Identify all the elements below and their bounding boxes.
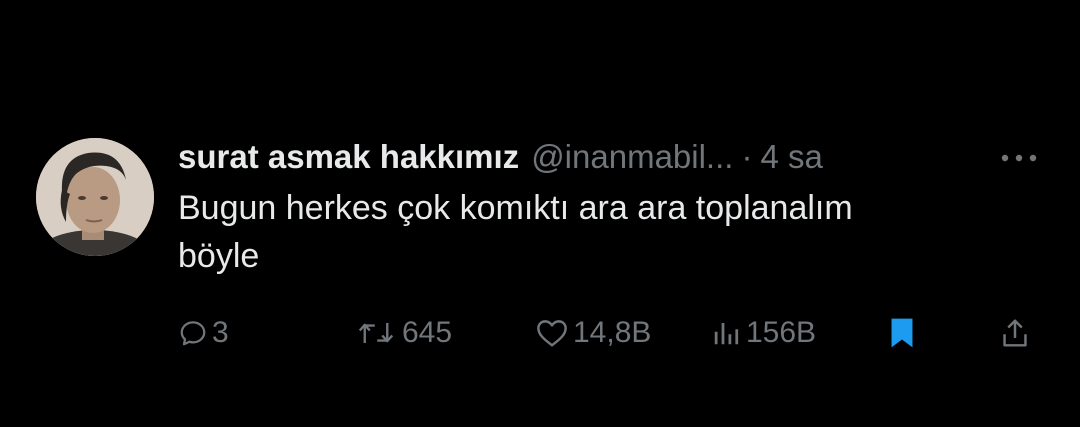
retweet-count: 645	[402, 316, 453, 349]
like-count: 14,8B	[573, 316, 652, 349]
tweet[interactable]: surat asmak hakkımız @inanmabil... · 4 s…	[0, 0, 1080, 427]
more-options-button[interactable]	[996, 140, 1042, 176]
more-icon	[1001, 154, 1037, 162]
retweet-button[interactable]: 645	[354, 310, 452, 356]
views-count: 156B	[746, 316, 817, 349]
reply-icon	[180, 321, 206, 346]
heart-icon	[537, 320, 567, 347]
tweet-text: Bugun herkes çok komıktı ara ara toplana…	[178, 189, 853, 275]
reply-count: 3	[212, 316, 229, 349]
avatar[interactable]	[36, 138, 154, 256]
bookmark-icon	[891, 318, 913, 348]
display-name[interactable]: surat asmak hakkımız	[178, 138, 519, 176]
bookmark-button[interactable]	[886, 310, 918, 356]
timestamp[interactable]: 4 sa	[760, 138, 822, 176]
like-button[interactable]: 14,8B	[535, 310, 651, 356]
views-button[interactable]: 156B	[710, 310, 816, 356]
reply-button[interactable]: 3	[178, 310, 229, 356]
user-handle[interactable]: @inanmabil...	[531, 138, 733, 176]
tweet-header: surat asmak hakkımız @inanmabil... · 4 s…	[178, 136, 823, 178]
separator-dot: ·	[741, 138, 753, 175]
views-icon	[714, 323, 739, 345]
share-button[interactable]	[1000, 310, 1030, 356]
share-icon	[1003, 319, 1027, 347]
tweet-actions: 3 645 14,8B 156B	[0, 310, 1080, 356]
retweet-icon	[358, 323, 394, 343]
